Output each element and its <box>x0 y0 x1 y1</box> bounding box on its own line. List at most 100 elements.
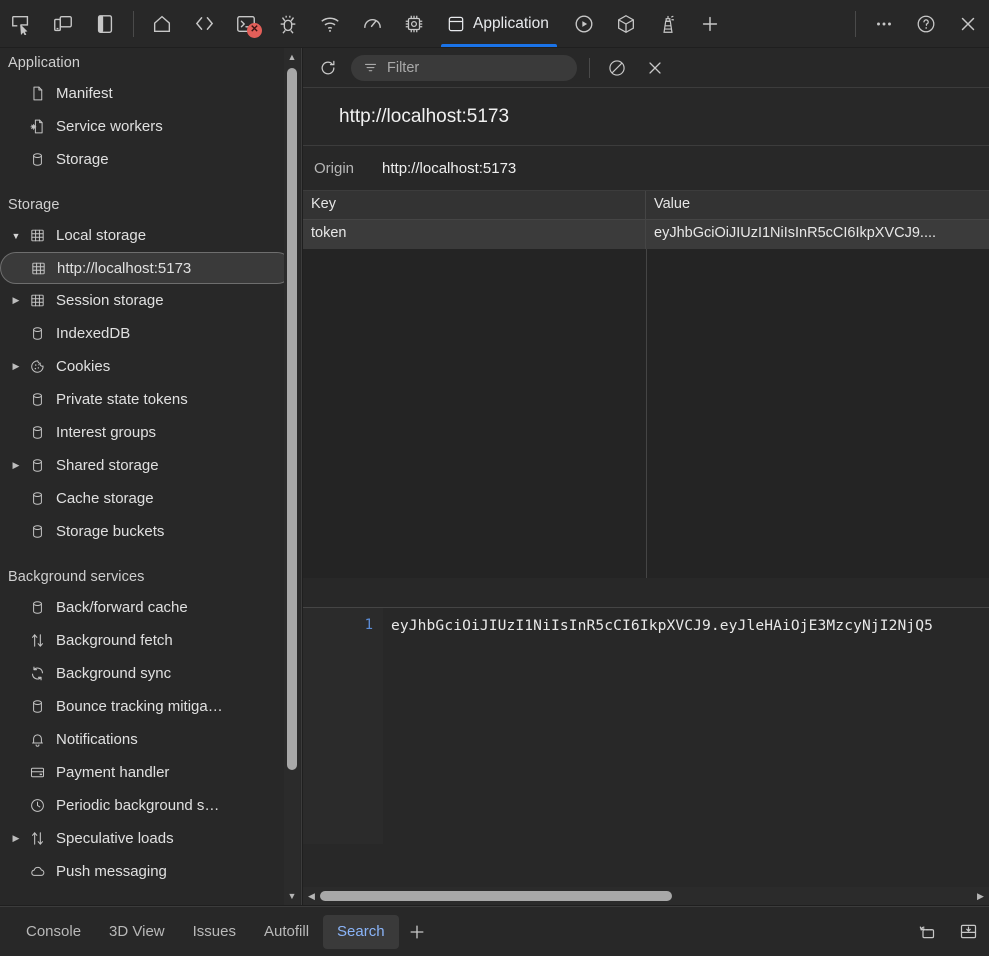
sidebar-scrollbar[interactable]: ▲ ▼ <box>284 48 300 905</box>
arrows-updown-icon <box>24 632 50 649</box>
table-icon <box>24 292 50 309</box>
inspect-element-icon[interactable] <box>0 4 42 44</box>
drawer-tab-search[interactable]: Search <box>323 915 399 949</box>
sidebar-item-interest-groups[interactable]: Interest groups <box>0 416 301 449</box>
column-header-key[interactable]: Key <box>303 191 646 220</box>
console-icon[interactable]: ✕ <box>225 4 267 44</box>
console-error-badge: ✕ <box>247 23 262 38</box>
chevron-down-icon[interactable]: ▼ <box>8 231 24 241</box>
more-options-icon[interactable] <box>863 4 905 44</box>
refresh-icon[interactable] <box>313 54 343 82</box>
clear-all-icon[interactable] <box>602 54 632 82</box>
restore-drawer-icon[interactable] <box>905 915 947 949</box>
sidebar-item-label: Background sync <box>50 665 171 682</box>
preview-content[interactable]: eyJhbGciOiJIUzI1NiIsInR5cCI6IkpXVCJ9.eyJ… <box>391 608 989 634</box>
drawer-tab-console[interactable]: Console <box>12 915 95 949</box>
storage-main-panel: Filter http://localhost:5173 Origin http… <box>303 48 989 905</box>
cookie-icon <box>24 358 50 375</box>
add-tab-icon[interactable] <box>399 915 435 949</box>
toolbar-divider <box>133 11 134 37</box>
chevron-right-icon[interactable]: ▶ <box>8 833 24 844</box>
database-icon <box>24 325 50 342</box>
cube-icon[interactable] <box>605 4 647 44</box>
sidebar-item-storage-buckets[interactable]: Storage buckets <box>0 515 301 548</box>
chevron-right-icon[interactable]: ▶ <box>8 361 24 372</box>
sidebar-item-notifications[interactable]: Notifications <box>0 723 301 756</box>
database-icon <box>24 391 50 408</box>
recorder-icon[interactable] <box>563 4 605 44</box>
elements-icon[interactable] <box>183 4 225 44</box>
storage-table[interactable]: Key Value tokeneyJhbGciOiJIUzI1NiIsInR5c… <box>303 191 989 578</box>
database-icon <box>24 523 50 540</box>
scroll-up-arrow[interactable]: ▲ <box>284 48 300 66</box>
table-body: tokeneyJhbGciOiJIUzI1NiIsInR5cCI6IkpXVCJ… <box>303 220 989 249</box>
document-icon <box>24 85 50 102</box>
device-toolbar-icon[interactable] <box>42 4 84 44</box>
sidebar-item-cache-storage[interactable]: Cache storage <box>0 482 301 515</box>
sidebar-item-storage[interactable]: Storage <box>0 143 301 176</box>
sidebar-item-periodic-background-s[interactable]: Periodic background s… <box>0 789 301 822</box>
filter-input[interactable]: Filter <box>351 55 577 81</box>
help-icon[interactable] <box>905 4 947 44</box>
network-icon[interactable] <box>309 4 351 44</box>
database-icon <box>24 698 50 715</box>
sidebar-item-service-workers[interactable]: Service workers <box>0 110 301 143</box>
application-tab[interactable]: Application <box>435 1 563 47</box>
preview-scrollbar-thumb[interactable] <box>320 891 672 901</box>
drawer-tab-3d-view[interactable]: 3D View <box>95 915 179 949</box>
lighthouse-icon[interactable] <box>647 4 689 44</box>
sidebar-item-shared-storage[interactable]: ▶ Shared storage <box>0 449 301 482</box>
sidebar-section-title: Application <box>0 48 301 77</box>
sidebar-item-background-sync[interactable]: Background sync <box>0 657 301 690</box>
sidebar-section-title: Background services <box>0 562 301 591</box>
table-row[interactable]: tokeneyJhbGciOiJIUzI1NiIsInR5cCI6IkpXVCJ… <box>303 220 989 249</box>
sources-bug-icon[interactable] <box>267 4 309 44</box>
chevron-right-icon[interactable]: ▶ <box>8 295 24 306</box>
table-empty-area[interactable] <box>303 249 989 578</box>
table-cell-value[interactable]: eyJhbGciOiJIUzI1NiIsInR5cCI6IkpXVCJ9.... <box>646 220 989 249</box>
drawer-tab-issues[interactable]: Issues <box>179 915 250 949</box>
scroll-down-arrow[interactable]: ▼ <box>284 887 300 905</box>
sidebar-item-cookies[interactable]: ▶ Cookies <box>0 350 301 383</box>
preview-horizontal-scrollbar[interactable]: ◀ ▶ <box>303 887 989 905</box>
sync-icon <box>24 665 50 682</box>
add-panel-icon[interactable] <box>689 4 731 44</box>
column-header-value[interactable]: Value <box>646 191 989 220</box>
bell-icon <box>24 731 50 748</box>
sidebar-item-http-localhost-5173[interactable]: http://localhost:5173 <box>0 252 293 284</box>
dock-bottom-icon[interactable] <box>947 915 989 949</box>
sidebar-toggle-icon[interactable] <box>84 4 126 44</box>
sidebar-item-bounce-tracking-mitiga[interactable]: Bounce tracking mitiga… <box>0 690 301 723</box>
memory-chip-icon[interactable] <box>393 4 435 44</box>
scroll-left-arrow[interactable]: ◀ <box>303 887 320 905</box>
chevron-right-icon[interactable]: ▶ <box>8 460 24 471</box>
sidebar-item-background-fetch[interactable]: Background fetch <box>0 624 301 657</box>
scroll-right-arrow[interactable]: ▶ <box>972 887 989 905</box>
sidebar-item-push-messaging[interactable]: Push messaging <box>0 855 301 888</box>
table-column-divider[interactable] <box>646 249 647 578</box>
performance-icon[interactable] <box>351 4 393 44</box>
table-cell-key[interactable]: token <box>303 220 646 249</box>
sidebar-item-label: Interest groups <box>50 424 156 441</box>
sidebar-item-label: IndexedDB <box>50 325 130 342</box>
sidebar-item-indexeddb[interactable]: IndexedDB <box>0 317 301 350</box>
delete-selected-icon[interactable] <box>640 54 670 82</box>
sidebar-item-payment-handler[interactable]: Payment handler <box>0 756 301 789</box>
application-tab-label: Application <box>473 15 549 33</box>
sidebar-scrollbar-thumb[interactable] <box>287 68 297 770</box>
sidebar-item-speculative-loads[interactable]: ▶Speculative loads <box>0 822 301 855</box>
sidebar-item-private-state-tokens[interactable]: Private state tokens <box>0 383 301 416</box>
sidebar-item-local-storage[interactable]: ▼ Local storage <box>0 219 301 252</box>
close-devtools-icon[interactable] <box>947 4 989 44</box>
sidebar-item-manifest[interactable]: Manifest <box>0 77 301 110</box>
home-icon[interactable] <box>141 4 183 44</box>
sidebar-item-label: Background fetch <box>50 632 173 649</box>
sidebar-item-label: Cookies <box>50 358 110 375</box>
sidebar-item-back-forward-cache[interactable]: Back/forward cache <box>0 591 301 624</box>
sidebar-item-label: Shared storage <box>50 457 159 474</box>
sidebar-item-label: http://localhost:5173 <box>51 260 191 277</box>
sidebar-item-session-storage[interactable]: ▶Session storage <box>0 284 301 317</box>
sidebar-item-label: Local storage <box>50 227 146 244</box>
database-icon <box>24 457 50 474</box>
drawer-tab-autofill[interactable]: Autofill <box>250 915 323 949</box>
